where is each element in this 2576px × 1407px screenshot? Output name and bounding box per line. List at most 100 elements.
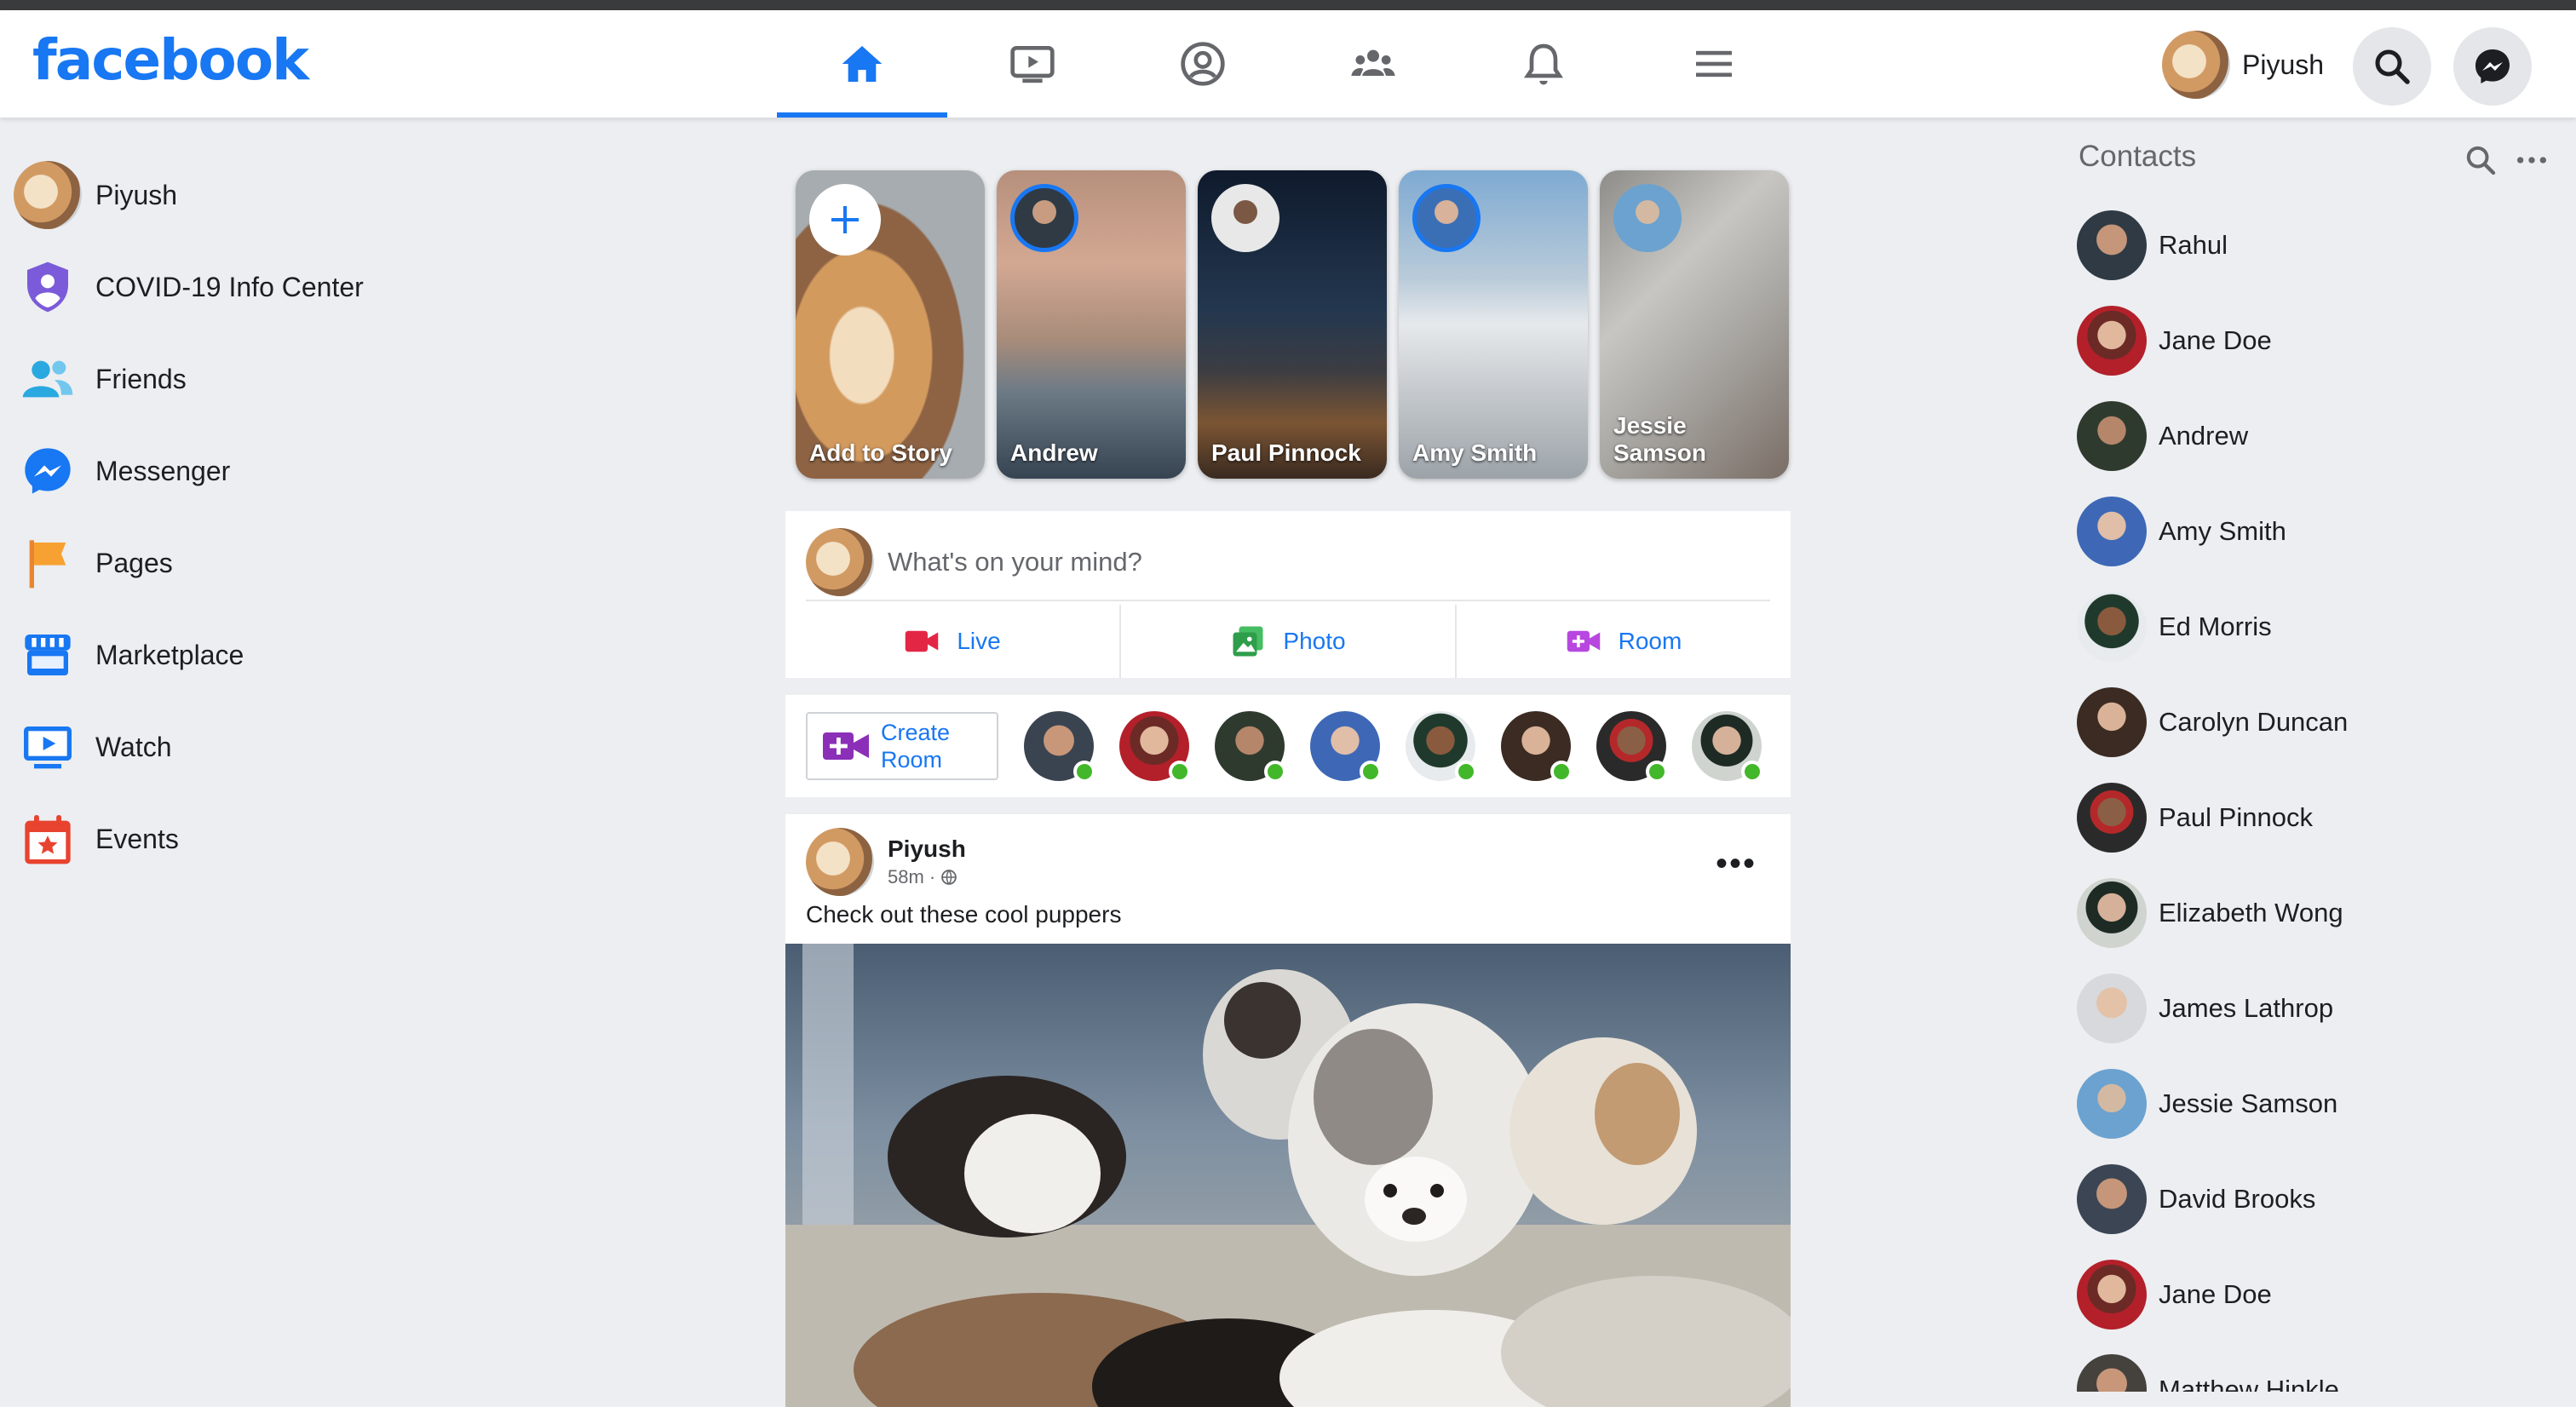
avatar — [2077, 1260, 2147, 1329]
create-room-button[interactable]: Create Room — [806, 712, 998, 780]
sidebar-item-label: Events — [95, 823, 179, 854]
contact-name: Jessie Samson — [2159, 1088, 2338, 1118]
avatar — [1010, 184, 1078, 252]
avatar — [2077, 306, 2147, 376]
menu-icon — [1696, 50, 1732, 78]
status-input[interactable]: What's on your mind? — [888, 547, 1142, 577]
tab-notifications[interactable] — [1458, 10, 1629, 118]
tab-profile[interactable] — [1118, 10, 1288, 118]
room-participant[interactable] — [1692, 711, 1763, 783]
contact-item[interactable]: David Brooks — [2077, 1163, 2315, 1235]
video-icon — [1010, 46, 1055, 83]
contact-name: Carolyn Duncan — [2159, 707, 2349, 737]
video-camera-icon — [906, 630, 939, 652]
add-story-button[interactable] — [809, 184, 881, 256]
room-participant[interactable] — [1501, 711, 1573, 783]
sidebar-item-events[interactable]: Events — [19, 793, 462, 885]
room-participant[interactable] — [1215, 711, 1286, 783]
search-button[interactable] — [2353, 27, 2431, 106]
story-label: Add to Story — [809, 439, 952, 466]
user-circle-icon — [1181, 42, 1225, 86]
room-participant[interactable] — [1119, 711, 1191, 783]
photo-label: Photo — [1283, 628, 1346, 654]
avatar — [2077, 1164, 2147, 1234]
story-item[interactable]: Jessie Samson — [1600, 170, 1789, 479]
live-label: Live — [957, 628, 1001, 654]
online-indicator — [1360, 761, 1382, 783]
contact-item[interactable]: Amy Smith — [2077, 496, 2286, 567]
contact-item[interactable]: Andrew — [2077, 400, 2248, 472]
contact-item[interactable]: Elizabeth Wong — [2077, 877, 2343, 949]
contact-name: David Brooks — [2159, 1184, 2316, 1214]
contact-item[interactable]: Jessie Samson — [2077, 1068, 2337, 1140]
sidebar-item-covid[interactable]: COVID-19 Info Center — [19, 241, 462, 333]
post-author[interactable]: Piyush — [888, 836, 966, 863]
tab-home[interactable] — [777, 10, 947, 118]
contacts-title: Contacts — [2079, 140, 2197, 173]
more-options-icon[interactable] — [2515, 143, 2549, 177]
room-participant[interactable] — [1596, 711, 1668, 783]
search-icon[interactable] — [2464, 143, 2498, 177]
left-sidebar: Piyush COVID-19 Info Center Friends Mess… — [14, 149, 462, 885]
avatar — [2077, 497, 2147, 566]
sidebar-item-messenger[interactable]: Messenger — [19, 425, 462, 517]
story-add[interactable]: Add to Story — [796, 170, 985, 479]
live-button[interactable]: Live — [785, 605, 1121, 678]
avatar — [2162, 31, 2230, 99]
sidebar-item-label: Piyush — [95, 179, 178, 210]
sidebar-item-marketplace[interactable]: Marketplace — [19, 609, 462, 701]
contact-name: Andrew — [2159, 421, 2249, 451]
story-label: Amy Smith — [1412, 439, 1538, 466]
contact-item[interactable]: Paul Pinnock — [2077, 782, 2313, 853]
tab-watch[interactable] — [947, 10, 1118, 118]
contact-item[interactable]: Carolyn Duncan — [2077, 686, 2348, 758]
contact-item[interactable]: James Lathrop — [2077, 973, 2333, 1044]
contact-name: Matthew Hinkle — [2159, 1375, 2339, 1392]
contact-item[interactable]: Jane Doe — [2077, 305, 2272, 376]
photo-icon — [1233, 626, 1263, 657]
online-indicator — [1264, 761, 1286, 783]
contact-name: Jane Doe — [2159, 1279, 2272, 1309]
header-profile-link[interactable]: Piyush — [2162, 29, 2324, 100]
search-icon — [2375, 49, 2410, 84]
top-navbar: facebook Piyush — [0, 10, 2576, 118]
story-item[interactable]: Andrew — [997, 170, 1186, 479]
avatar — [2077, 1069, 2147, 1139]
room-participant[interactable] — [1310, 711, 1382, 783]
room-button[interactable]: Room — [1457, 605, 1791, 678]
avatar — [1211, 184, 1279, 252]
sidebar-item-label: Friends — [95, 363, 187, 394]
sidebar-item-watch[interactable]: Watch — [19, 701, 462, 793]
contact-item[interactable]: Rahul — [2077, 210, 2228, 281]
sidebar-item-label: Marketplace — [95, 639, 244, 670]
sidebar-item-label: Messenger — [95, 455, 231, 486]
tab-groups[interactable] — [1288, 10, 1458, 118]
contact-item[interactable]: Matthew Hinkle — [2077, 1354, 2339, 1392]
contact-item[interactable]: Ed Morris — [2077, 591, 2272, 663]
story-label: Andrew — [1010, 439, 1098, 466]
avatar — [2077, 687, 2147, 757]
online-indicator — [1169, 761, 1191, 783]
calendar-icon — [25, 815, 71, 864]
more-options-icon[interactable]: ••• — [1716, 847, 1757, 881]
contact-item[interactable]: Jane Doe — [2077, 1259, 2272, 1330]
window-top-strip — [0, 0, 2576, 10]
sidebar-item-pages[interactable]: Pages — [19, 517, 462, 609]
post-photo[interactable] — [785, 944, 1791, 1407]
sidebar-item-profile[interactable]: Piyush — [14, 149, 462, 241]
story-item[interactable]: Paul Pinnock — [1198, 170, 1387, 479]
story-item[interactable]: Amy Smith — [1399, 170, 1588, 479]
post-timestamp[interactable]: 58m — [888, 866, 924, 887]
room-icon — [1567, 630, 1600, 652]
room-participant[interactable] — [1024, 711, 1095, 783]
facebook-logo[interactable]: facebook — [32, 27, 309, 93]
avatar — [2077, 210, 2147, 280]
create-room-label: Room — [881, 747, 943, 772]
sidebar-item-label: Watch — [95, 731, 172, 762]
avatar[interactable] — [806, 828, 874, 896]
photo-button[interactable]: Photo — [1121, 605, 1457, 678]
room-participant[interactable] — [1406, 711, 1477, 783]
sidebar-item-friends[interactable]: Friends — [19, 333, 462, 425]
messenger-button[interactable] — [2453, 27, 2532, 106]
tab-menu[interactable] — [1629, 10, 1799, 118]
